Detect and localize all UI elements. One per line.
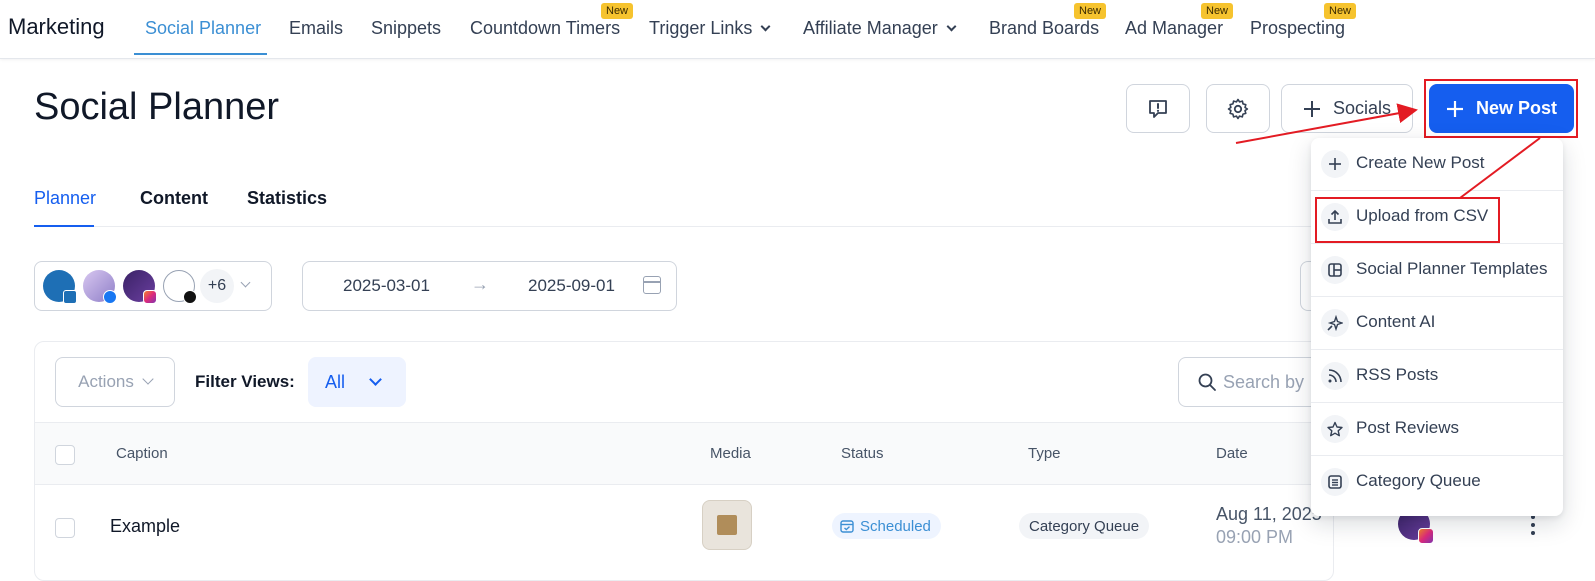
nav-affiliate-manager[interactable]: Affiliate Manager xyxy=(803,18,957,39)
search-icon xyxy=(1198,373,1216,391)
menu-item-label: Social Planner Templates xyxy=(1356,259,1548,278)
row-more-menu-icon[interactable] xyxy=(1531,515,1535,539)
nav-snippets[interactable]: Snippets xyxy=(371,18,441,39)
chevron-down-icon xyxy=(369,372,382,386)
new-post-button[interactable]: New Post xyxy=(1429,84,1574,133)
new-badge: New xyxy=(1324,3,1357,19)
table-header: Caption Media Status Type Date xyxy=(35,422,1333,485)
search-input[interactable]: Search by xyxy=(1178,357,1328,407)
tab-content[interactable]: Content xyxy=(140,188,208,209)
row-date-day: Aug 11, 2025 xyxy=(1216,504,1322,524)
plus-icon xyxy=(1446,100,1463,117)
menu-item-post-reviews[interactable]: Post Reviews xyxy=(1311,403,1563,456)
column-date: Date xyxy=(1216,445,1248,462)
socials-label: Socials xyxy=(1332,98,1392,118)
chevron-down-icon xyxy=(142,373,154,385)
rss-icon xyxy=(1321,362,1349,390)
tab-planner[interactable]: Planner xyxy=(34,188,96,209)
column-caption: Caption xyxy=(116,445,168,462)
column-type: Type xyxy=(1028,445,1061,462)
actions-label: Actions xyxy=(78,372,134,391)
page-title: Social Planner xyxy=(34,86,280,128)
end-date: 2025-09-01 xyxy=(528,276,615,295)
add-socials-button[interactable]: Socials xyxy=(1281,84,1413,133)
nav-prospecting[interactable]: Prospecting xyxy=(1250,18,1345,39)
column-status: Status xyxy=(841,445,884,462)
tiktok-icon xyxy=(183,290,197,304)
chevron-down-icon xyxy=(946,21,957,32)
brand-title: Marketing xyxy=(8,14,105,39)
nav-emails[interactable]: Emails xyxy=(289,18,343,39)
new-badge: New xyxy=(1074,3,1107,19)
menu-item-social-planner-templates[interactable]: Social Planner Templates xyxy=(1311,244,1563,297)
template-icon xyxy=(1321,256,1349,284)
new-post-dropdown: Create New Post Upload from CSV Social P… xyxy=(1311,138,1563,516)
menu-item-label: Category Queue xyxy=(1356,471,1481,490)
active-tab-underline xyxy=(34,225,94,227)
account-selector[interactable]: +6 xyxy=(34,261,272,311)
menu-item-rss-posts[interactable]: RSS Posts xyxy=(1311,350,1563,403)
search-placeholder: Search by xyxy=(1223,371,1305,392)
row-date: Aug 11, 2025 09:00 PM xyxy=(1216,503,1322,549)
nav-ad-manager[interactable]: Ad Manager xyxy=(1125,18,1223,39)
annotation-highlight-upload-csv xyxy=(1315,197,1500,243)
facebook-icon xyxy=(103,290,117,304)
media-thumbnail[interactable] xyxy=(702,500,752,550)
feedback-icon xyxy=(1149,99,1167,118)
menu-item-content-ai[interactable]: Content AI xyxy=(1311,297,1563,350)
tabs-divider xyxy=(34,226,1324,227)
menu-item-label: Create New Post xyxy=(1356,153,1485,172)
actions-dropdown[interactable]: Actions xyxy=(55,357,175,407)
star-icon xyxy=(1321,415,1349,443)
filter-views-value: All xyxy=(325,371,346,392)
plus-icon xyxy=(1303,100,1320,117)
row-date-time: 09:00 PM xyxy=(1216,527,1294,547)
row-caption[interactable]: Example xyxy=(110,516,180,537)
new-post-label: New Post xyxy=(1475,98,1558,118)
nav-trigger-links[interactable]: Trigger Links xyxy=(649,18,771,39)
status-badge: Scheduled xyxy=(832,513,941,539)
menu-item-category-queue[interactable]: Category Queue xyxy=(1311,456,1563,509)
chevron-down-icon xyxy=(240,277,251,288)
date-range-picker[interactable]: 2025-03-01 → 2025-09-01 xyxy=(302,261,677,311)
more-accounts-count: +6 xyxy=(200,269,234,303)
instagram-icon xyxy=(1418,528,1434,544)
select-all-checkbox[interactable] xyxy=(55,445,75,465)
feedback-button[interactable] xyxy=(1126,84,1190,133)
menu-item-label: Content AI xyxy=(1356,312,1436,331)
menu-item-label: Post Reviews xyxy=(1356,418,1459,437)
nav-brand-boards[interactable]: Brand Boards xyxy=(989,18,1099,39)
filter-views-label: Filter Views: xyxy=(195,372,295,391)
menu-item-label: RSS Posts xyxy=(1356,365,1439,384)
gmb-icon xyxy=(63,290,77,304)
arrow-right-icon: → xyxy=(471,274,489,294)
chevron-down-icon xyxy=(760,21,771,32)
nav-trigger-links-label: Trigger Links xyxy=(649,18,753,38)
row-checkbox[interactable] xyxy=(55,518,75,538)
gear-icon xyxy=(1227,98,1249,119)
nav-countdown-timers[interactable]: Countdown Timers xyxy=(470,18,620,39)
filter-views-select[interactable]: All xyxy=(308,357,406,407)
type-badge: Category Queue xyxy=(1019,513,1150,539)
start-date: 2025-03-01 xyxy=(343,276,430,295)
new-badge: New xyxy=(601,3,634,19)
status-label: Scheduled xyxy=(860,517,931,535)
new-badge: New xyxy=(1201,3,1234,19)
plus-icon xyxy=(1321,150,1349,178)
active-nav-underline xyxy=(134,53,267,55)
column-media: Media xyxy=(710,445,751,462)
tab-statistics[interactable]: Statistics xyxy=(247,188,327,209)
list-icon xyxy=(1321,468,1349,496)
settings-button[interactable] xyxy=(1206,84,1270,133)
menu-item-create-new-post[interactable]: Create New Post xyxy=(1311,138,1563,191)
sparkle-icon xyxy=(1321,309,1349,337)
instagram-icon xyxy=(143,290,157,304)
calendar-check-icon xyxy=(840,520,854,533)
top-navigation: Marketing Social Planner Emails Snippets… xyxy=(0,0,1595,59)
nav-affiliate-manager-label: Affiliate Manager xyxy=(803,18,938,38)
calendar-icon xyxy=(643,276,661,294)
nav-social-planner[interactable]: Social Planner xyxy=(145,18,261,39)
